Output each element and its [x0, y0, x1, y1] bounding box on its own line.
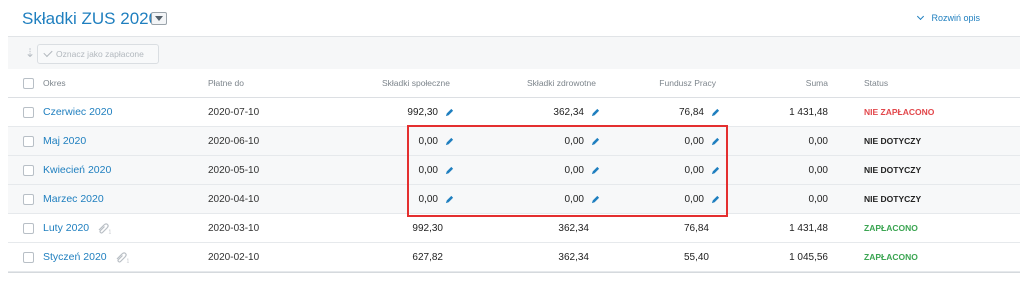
period-link[interactable]: Marzec 2020 [43, 185, 104, 213]
status-badge: ZAPŁACONO [864, 252, 918, 262]
table-row: Luty 2020 1 2020-03-10 992,30 362,34 76,… [8, 214, 1020, 243]
page-title: Składki ZUS 2020 [22, 9, 159, 28]
divider [8, 272, 1020, 273]
status-badge: NIE DOTYCZY [864, 194, 922, 204]
highlight-box [407, 125, 728, 217]
status-badge: NIE DOTYCZY [864, 136, 922, 146]
column-header-status[interactable]: Status [864, 69, 888, 97]
status-badge: NIE ZAPŁACONO [864, 107, 935, 117]
labour-fund: 76,84 [683, 222, 709, 234]
sum: 0,00 [808, 164, 828, 176]
labour-fund: 76,84 [679, 98, 720, 126]
due-date: 2020-06-10 [208, 135, 260, 147]
table-header-row: Okres Płatne do Składki społeczne Składk… [8, 69, 1020, 98]
toolbar: ⇣ Oznacz jako zapłacone [8, 37, 1020, 69]
column-header-suma[interactable]: Suma [806, 69, 828, 97]
column-header-fundusz[interactable]: Fundusz Pracy [659, 69, 716, 97]
period-link: Luty 2020 1 [43, 214, 111, 242]
due-date: 2020-05-10 [208, 164, 260, 176]
labour-fund: 55,40 [683, 251, 709, 263]
mark-as-paid-button[interactable]: Oznacz jako zapłacone [37, 44, 159, 64]
period-link: Styczeń 2020 1 [43, 243, 129, 271]
row-checkbox[interactable] [23, 252, 34, 263]
period-link[interactable]: Czerwiec 2020 [43, 98, 112, 126]
social-contribution: 992,30 [407, 98, 454, 126]
social-value: 992,30 [407, 106, 438, 118]
column-header-platne-do[interactable]: Płatne do [208, 69, 244, 97]
due-date: 2020-07-10 [208, 106, 260, 118]
period-link[interactable]: Kwiecień 2020 [43, 156, 111, 184]
social-contribution: 627,82 [412, 251, 443, 263]
row-checkbox[interactable] [23, 223, 34, 234]
due-date: 2020-03-10 [208, 222, 260, 234]
period-label[interactable]: Luty 2020 [43, 222, 89, 234]
row-checkbox[interactable] [23, 165, 34, 176]
health-contribution: 362,34 [558, 222, 589, 234]
sum: 0,00 [808, 193, 828, 205]
row-checkbox[interactable] [23, 107, 34, 118]
sum: 1 431,48 [789, 222, 828, 234]
chevron-down-icon [917, 12, 925, 21]
page-header: Składki ZUS 2020 Rozwiń opis [0, 0, 1024, 36]
period-link[interactable]: Maj 2020 [43, 127, 86, 155]
attachment-count: 1 [126, 259, 129, 264]
expand-description-link[interactable]: Rozwiń opis [917, 12, 980, 23]
fund-value: 76,84 [678, 106, 704, 118]
row-checkbox[interactable] [23, 136, 34, 147]
health-contribution: 362,34 [553, 98, 600, 126]
table-row: Czerwiec 2020 2020-07-10 992,30 362,34 7… [8, 98, 1020, 127]
status-badge: ZAPŁACONO [864, 223, 918, 233]
paperclip-icon[interactable]: 1 [97, 222, 111, 234]
sum: 1 431,48 [789, 106, 828, 118]
health-value: 362,34 [553, 106, 584, 118]
column-header-okres[interactable]: Okres [43, 69, 66, 97]
paperclip-icon[interactable]: 1 [115, 251, 129, 263]
due-date: 2020-04-10 [208, 193, 260, 205]
select-all-checkbox[interactable] [23, 78, 34, 89]
mark-as-paid-label: Oznacz jako zapłacone [56, 49, 144, 59]
attachment-count: 1 [109, 230, 112, 235]
status-badge: NIE DOTYCZY [864, 165, 922, 175]
row-checkbox[interactable] [23, 194, 34, 205]
sum: 0,00 [808, 135, 828, 147]
sum: 1 045,56 [789, 251, 828, 263]
column-header-zdrowotne[interactable]: Składki zdrowotne [527, 69, 596, 97]
pencil-icon[interactable] [591, 108, 600, 117]
health-contribution: 362,34 [558, 251, 589, 263]
expand-description-label: Rozwiń opis [931, 13, 980, 23]
sort-icon[interactable]: ⇣ [25, 46, 35, 60]
period-label[interactable]: Styczeń 2020 [43, 251, 107, 263]
pencil-icon[interactable] [445, 108, 454, 117]
social-contribution: 992,30 [412, 222, 443, 234]
column-header-spoleczne[interactable]: Składki społeczne [382, 69, 450, 97]
table-row: Styczeń 2020 1 2020-02-10 627,82 362,34 … [8, 243, 1020, 272]
pencil-icon[interactable] [711, 108, 720, 117]
checkmark-icon [43, 47, 53, 58]
due-date: 2020-02-10 [208, 251, 260, 263]
caret-down-icon[interactable] [151, 12, 167, 25]
